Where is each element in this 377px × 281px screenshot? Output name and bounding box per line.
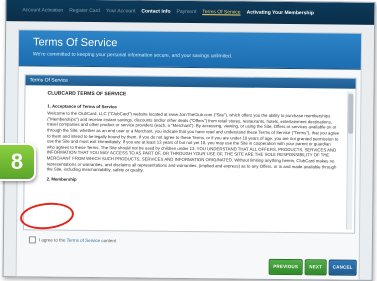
terms-document-title: CLUBCARD TERMS OF SERVICE — [47, 90, 127, 98]
nav-item-activating-membership[interactable]: Activating Your Membership — [247, 10, 314, 17]
step-number-badge: 8 — [0, 143, 36, 181]
page-subtitle: We're committed to keeping your personal… — [32, 51, 233, 60]
agree-row: I agree to the Terms of Service content — [28, 236, 116, 244]
hero-banner: Terms Of Service We're committed to keep… — [18, 30, 362, 70]
terms-scrollbar[interactable] — [346, 91, 354, 230]
terms-text: CLUBCARD TERMS OF SERVICE 1. Acceptance … — [25, 85, 356, 185]
terms-of-service-link[interactable]: Terms of Service — [67, 238, 101, 243]
nav-item-payment[interactable]: Payment — [176, 9, 196, 15]
terms-card: Terms Of Service We're committed to keep… — [15, 29, 363, 281]
terms-section-title: 2. Membership — [46, 176, 77, 182]
nav-item-register-card[interactable]: Register Card — [69, 8, 100, 14]
page-title: Terms Of Service — [32, 36, 118, 50]
next-button[interactable]: NEXT — [304, 259, 327, 276]
scrollbar-thumb[interactable] — [348, 93, 354, 134]
cancel-button[interactable]: CANCEL — [328, 259, 357, 276]
browser-window: Account Activation Register Card Your Ac… — [2, 0, 376, 281]
agree-label[interactable]: I agree to the Terms of Service content — [39, 237, 116, 243]
nav-item-your-account[interactable]: Your Account — [106, 8, 135, 14]
top-navigation: Account Activation Register Card Your Ac… — [6, 0, 375, 25]
agree-label-prefix: I agree to the — [38, 237, 66, 243]
agree-label-suffix: content — [101, 238, 117, 244]
terms-paragraph: Welcome to the ClubCard. LLC ("ClubCard"… — [46, 110, 340, 173]
nav-item-account-activation[interactable]: Account Activation — [22, 7, 63, 13]
nav-item-terms-of-service[interactable]: Terms Of Service — [202, 9, 240, 15]
nav-item-contact-info[interactable]: Contact Info — [141, 8, 170, 14]
previous-button[interactable]: PREVIOUS — [268, 258, 303, 276]
agree-checkbox[interactable] — [28, 236, 36, 244]
